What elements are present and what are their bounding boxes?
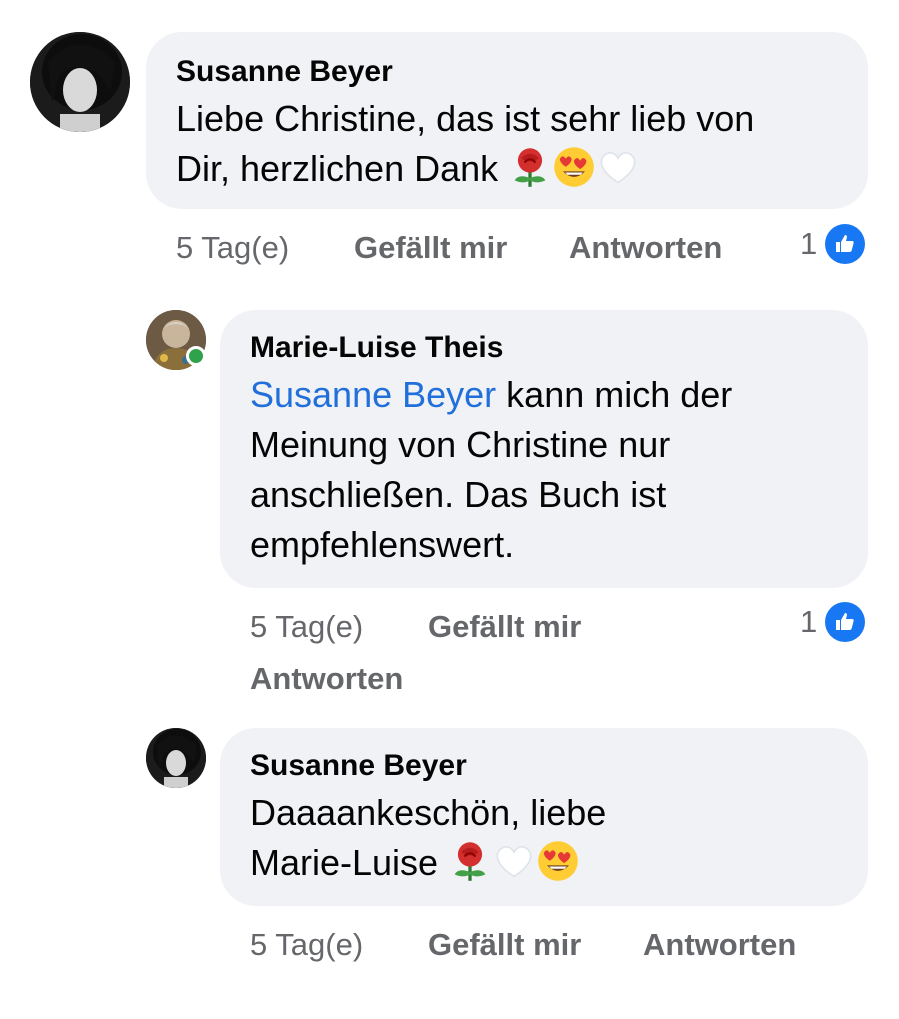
rose-emoji — [508, 145, 552, 189]
comment-text-line: Marie-Luise — [250, 842, 439, 883]
avatar[interactable] — [30, 32, 130, 132]
comment-text-line: Meinung von Christine nur — [250, 424, 671, 465]
comment-text: Liebe Christine, das ist sehr lieb von D… — [176, 94, 838, 194]
avatar[interactable] — [146, 728, 206, 788]
comment-author[interactable]: Marie-Luise Theis — [250, 330, 838, 366]
heart-eyes-emoji — [536, 839, 580, 883]
mention-link[interactable]: Susanne Beyer — [250, 374, 496, 415]
comment-text-line: Dir, herzlichen Dank — [176, 148, 499, 189]
like-button[interactable]: Gefällt mir — [428, 607, 581, 647]
comment-text: Daaaankeschön, liebe Marie-Luise — [250, 788, 838, 888]
like-icon — [825, 224, 866, 264]
rose-emoji — [448, 839, 492, 883]
reply-button[interactable]: Antworten — [250, 659, 403, 699]
comment-bubble: Susanne Beyer Liebe Christine, das ist s… — [146, 32, 868, 209]
reaction-summary[interactable]: 1 — [800, 602, 866, 642]
comment-timestamp[interactable]: 5 Tag(e) — [176, 228, 289, 268]
reaction-summary[interactable]: 1 — [800, 224, 866, 264]
reply-button[interactable]: Antworten — [643, 925, 796, 965]
reply-button[interactable]: Antworten — [569, 228, 722, 268]
comment-text: Susanne Beyer kann mich der Meinung von … — [250, 370, 838, 570]
comment-bubble: Susanne Beyer Daaaankeschön, liebe Marie… — [220, 728, 868, 906]
like-button[interactable]: Gefällt mir — [354, 228, 507, 268]
comment-text-line: anschließen. Das Buch ist — [250, 474, 667, 515]
comment-timestamp[interactable]: 5 Tag(e) — [250, 925, 363, 965]
comment-timestamp[interactable]: 5 Tag(e) — [250, 607, 363, 647]
white-heart-emoji — [492, 839, 536, 883]
comment-author[interactable]: Susanne Beyer — [176, 54, 838, 90]
avatar-photo — [146, 728, 206, 788]
comment-text-line: Liebe Christine, das ist sehr lieb von — [176, 98, 755, 139]
comment-actions: 5 Tag(e) Gefällt mir Antworten — [250, 925, 870, 965]
comment-text-line: Daaaankeschön, liebe — [250, 792, 607, 833]
comment-actions: 5 Tag(e) Gefällt mir Antworten — [176, 228, 876, 268]
reaction-count: 1 — [800, 604, 818, 639]
like-button[interactable]: Gefällt mir — [428, 925, 581, 965]
comment-text-line: kann mich der — [496, 374, 733, 415]
avatar-photo — [30, 32, 130, 132]
heart-eyes-emoji — [552, 145, 596, 189]
comment-author[interactable]: Susanne Beyer — [250, 748, 838, 784]
reaction-count: 1 — [800, 226, 818, 261]
comment-bubble: Marie-Luise Theis Susanne Beyer kann mic… — [220, 310, 868, 588]
comment-text-line: empfehlenswert. — [250, 524, 515, 565]
like-icon — [825, 602, 866, 642]
comment-actions: 5 Tag(e) Gefällt mir Antworten — [250, 607, 810, 697]
white-heart-emoji — [596, 145, 640, 189]
online-status-indicator — [186, 346, 206, 366]
